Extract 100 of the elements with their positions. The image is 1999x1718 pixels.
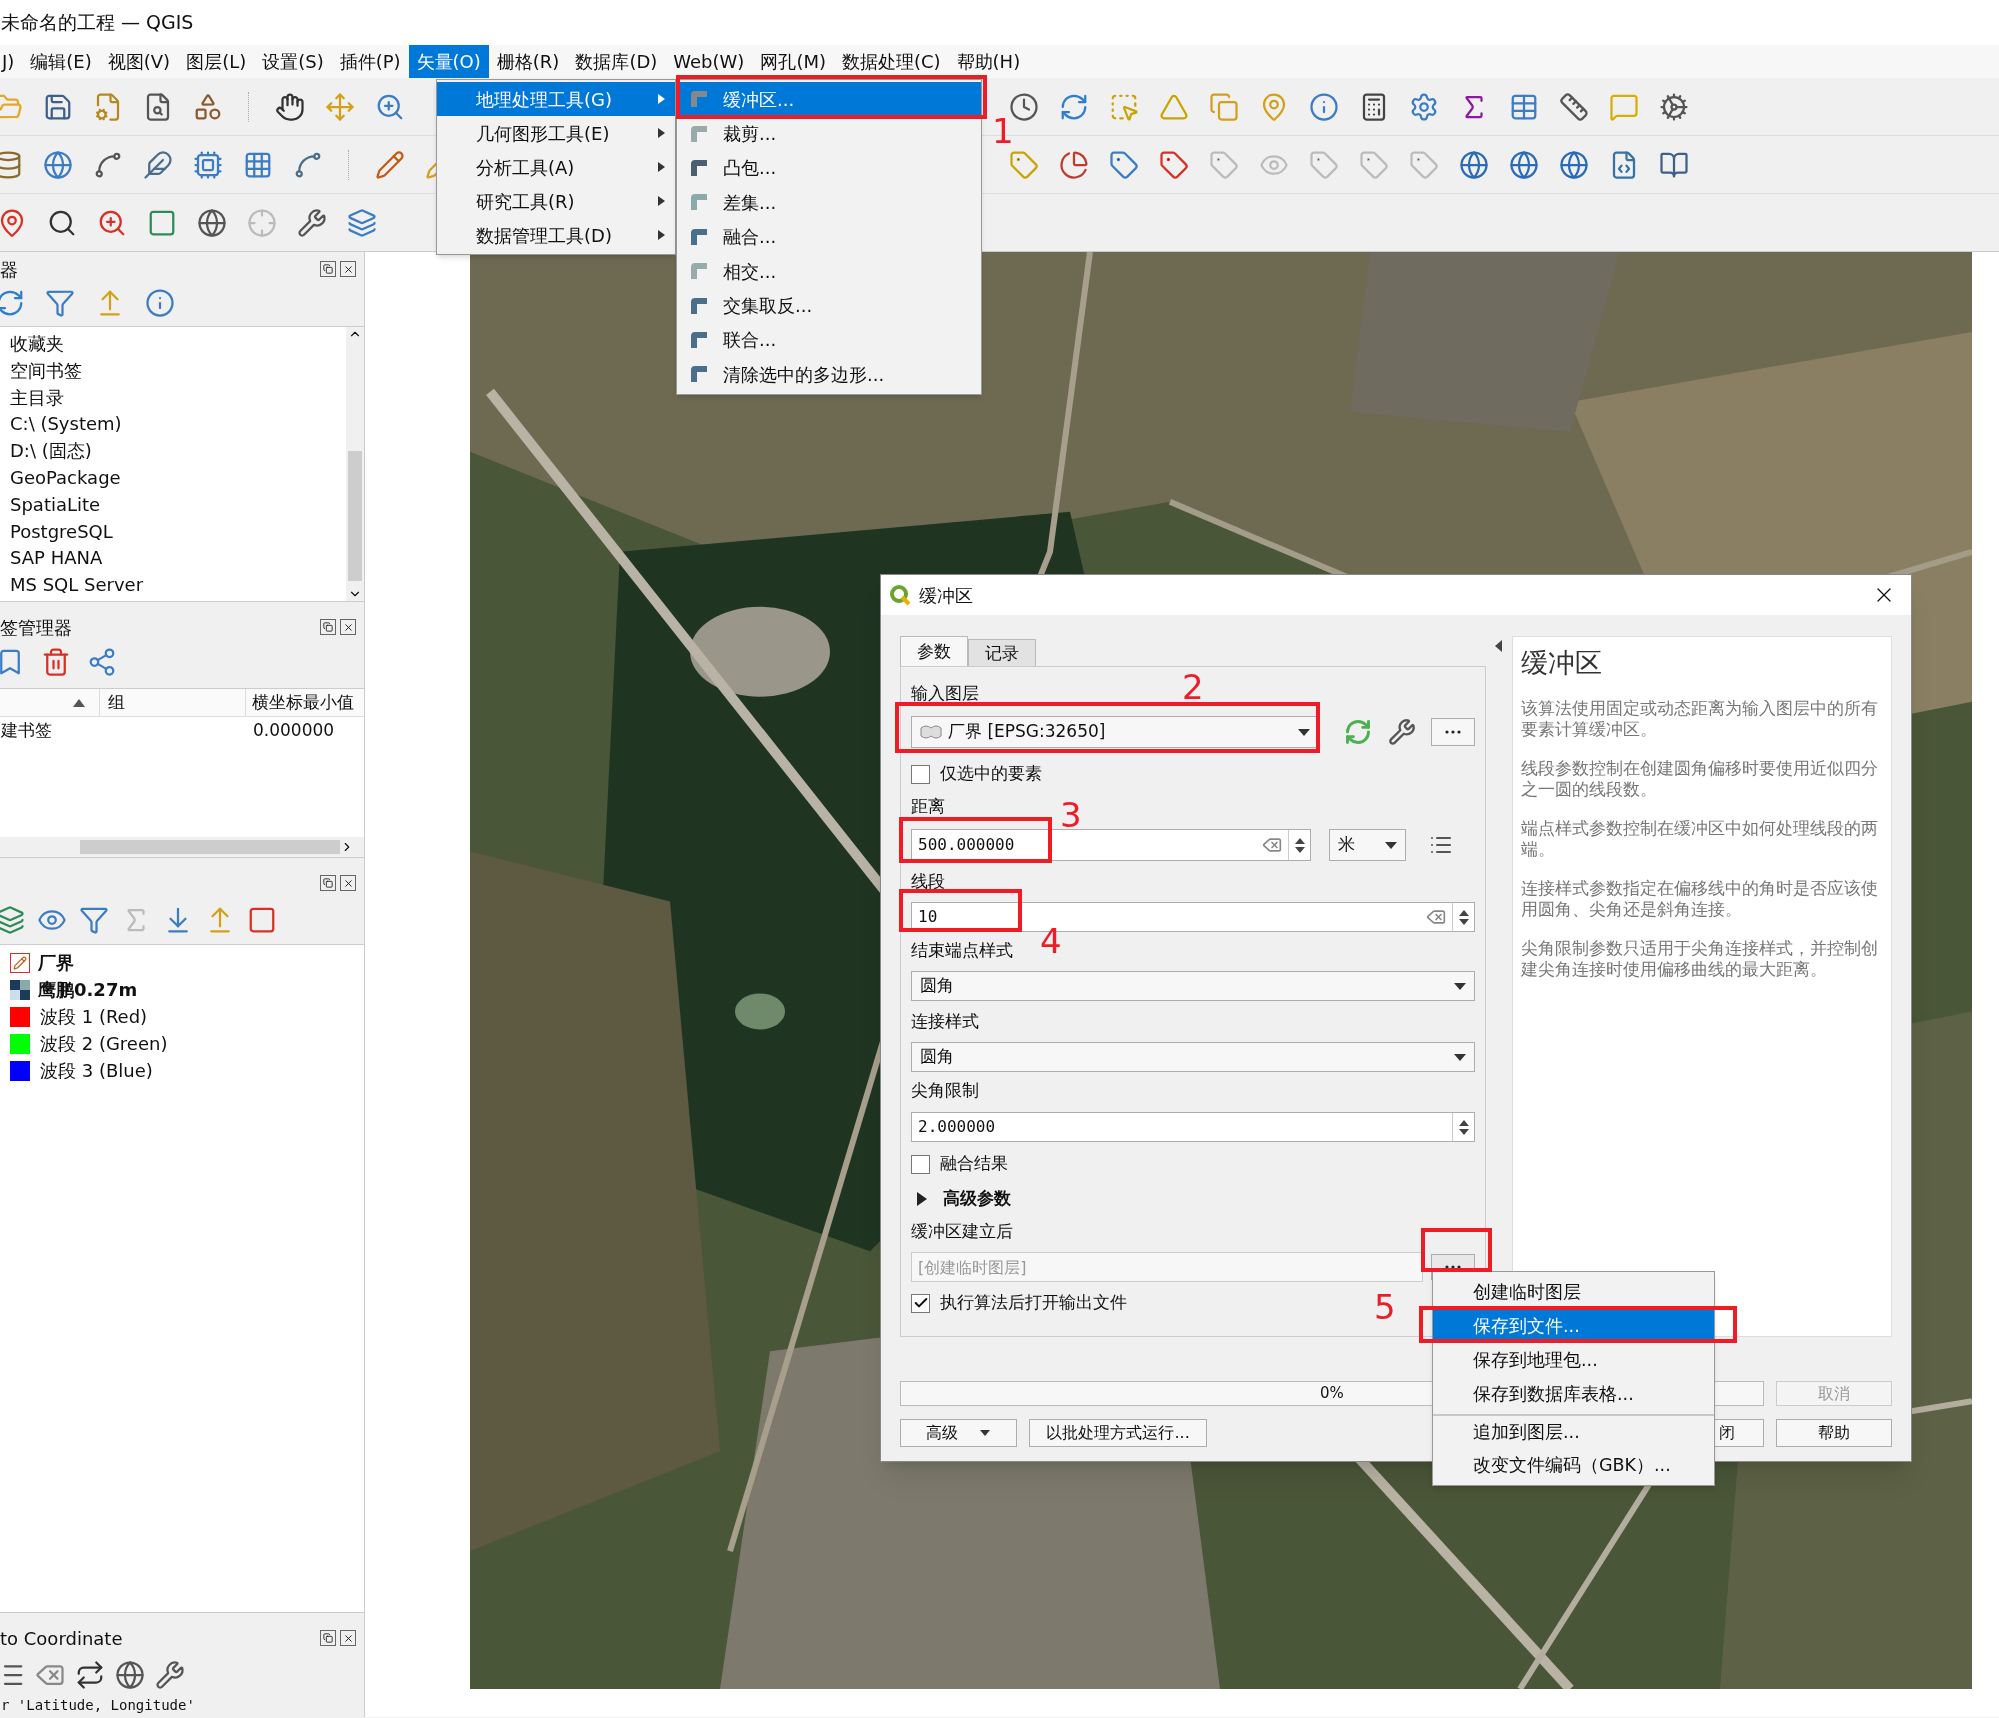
close-icon[interactable]: [340, 261, 356, 277]
layer-name[interactable]: 鹰鹏0.27m: [38, 976, 138, 1003]
menu-item[interactable]: 编辑(E): [22, 45, 100, 78]
end-cap-combo[interactable]: 圆角: [911, 971, 1475, 1001]
menu-item[interactable]: 插件(P): [331, 45, 409, 78]
menu-item[interactable]: 数据管理工具(D): [437, 218, 675, 252]
float-icon[interactable]: [320, 1630, 336, 1646]
clear-icon: [1262, 835, 1282, 855]
menu-item[interactable]: 保存到地理包...: [1433, 1343, 1714, 1377]
band-name: 波段 3 (Blue): [40, 1059, 153, 1083]
sort-icon[interactable]: [73, 698, 85, 707]
table-cell-text: 建书签: [1, 719, 53, 743]
ellipsis-icon: [1445, 1265, 1461, 1269]
batch-button[interactable]: 以批处理方式运行...: [1028, 1419, 1208, 1447]
unit-combo[interactable]: 米: [1329, 829, 1406, 861]
tab[interactable]: 记录: [968, 639, 1036, 669]
tab[interactable]: 参数: [900, 636, 968, 666]
more-button[interactable]: [1431, 718, 1475, 746]
scrollbar[interactable]: [346, 327, 364, 601]
checkbox-label: 仅选中的要素: [940, 762, 1042, 786]
menu-item[interactable]: 帮助(H): [948, 45, 1029, 78]
float-icon[interactable]: [320, 619, 336, 635]
menu-item[interactable]: 改变文件编码（GBK）...: [1433, 1448, 1714, 1482]
float-icon[interactable]: [320, 261, 336, 277]
expand-arrow-icon: [917, 1192, 927, 1206]
help-button[interactable]: 帮助: [1776, 1419, 1892, 1447]
menu-item[interactable]: Web(W): [665, 45, 753, 78]
menu-item[interactable]: 几何图形工具(E): [437, 116, 675, 150]
browser-item[interactable]: GeoPackage: [0, 465, 346, 492]
checkbox-label: 融合结果: [940, 1152, 1008, 1176]
advanced-button[interactable]: 高级: [900, 1419, 1017, 1447]
menu-item[interactable]: 清除选中的多边形...: [677, 357, 981, 392]
field-label: 连接样式: [911, 1011, 979, 1031]
panel-title: 签管理器: [0, 615, 72, 640]
browser-item[interactable]: 收藏夹: [0, 331, 346, 358]
caret-icon: [1385, 841, 1397, 849]
browser-item[interactable]: MS SQL Server: [0, 572, 346, 599]
close-icon[interactable]: [340, 619, 356, 635]
menu-item[interactable]: 裁剪...: [677, 116, 981, 151]
browser-item[interactable]: C:\ (System): [0, 411, 346, 439]
menu-item[interactable]: 数据库(D): [567, 45, 666, 78]
menu-item[interactable]: 创建临时图层: [1433, 1275, 1714, 1309]
menu-item[interactable]: 相交...: [677, 253, 981, 289]
ellipsis-icon: [1445, 730, 1461, 734]
menu-item[interactable]: 设置(S): [254, 45, 332, 78]
join-style-combo[interactable]: 圆角: [911, 1042, 1475, 1072]
output-field[interactable]: [创建临时图层]: [911, 1252, 1423, 1282]
advanced-toggle[interactable]: 高级参数: [911, 1186, 1475, 1212]
caret-icon: [1454, 982, 1466, 990]
close-icon[interactable]: [340, 875, 356, 891]
menu-item[interactable]: 交集取反...: [677, 288, 981, 323]
browser-item[interactable]: SAP HANA: [0, 545, 346, 573]
menu-item[interactable]: 联合...: [677, 322, 981, 358]
polygon-icon: [920, 725, 942, 739]
checkbox[interactable]: [911, 764, 930, 784]
menu-item[interactable]: 地理处理工具(G): [437, 82, 675, 116]
submenu-arrow-icon: [658, 94, 665, 104]
tool-icon: [689, 226, 709, 247]
layer-name[interactable]: 厂界: [38, 949, 74, 976]
menu-item[interactable]: J): [0, 45, 23, 78]
checkbox[interactable]: [911, 1293, 930, 1313]
browser-item[interactable]: 空间书签: [0, 357, 346, 385]
distance-field[interactable]: 500.000000: [911, 829, 1311, 861]
progress-reading: 0%: [1319, 1383, 1344, 1405]
collapse-arrow-icon[interactable]: [1495, 640, 1503, 652]
layer-combo[interactable]: 厂界 [EPSG:32650]: [911, 716, 1319, 748]
tool-icon: [689, 89, 709, 110]
float-icon[interactable]: [320, 875, 336, 891]
tool-icon: [689, 364, 709, 385]
menu-item[interactable]: 追加到图层...: [1433, 1414, 1714, 1448]
menu-item[interactable]: 矢量(O): [408, 45, 489, 78]
close-icon[interactable]: [340, 1630, 356, 1646]
column-header[interactable]: 横坐标最小值: [246, 689, 364, 716]
menu-item[interactable]: 差集...: [677, 185, 981, 220]
menu-item[interactable]: 视图(V): [99, 45, 179, 78]
caret-icon: [1298, 728, 1310, 736]
help-paragraph: 连接样式参数指定在偏移线中的角时是否应该使用圆角、尖角还是斜角连接。: [1520, 877, 1879, 920]
browser-item[interactable]: SpatiaLite: [0, 491, 346, 519]
tool-icon: [689, 123, 709, 144]
menu-item[interactable]: 缓冲区...: [677, 82, 981, 117]
menu-item[interactable]: 凸包...: [677, 150, 981, 186]
submenu-arrow-icon: [658, 128, 665, 138]
browser-item[interactable]: PostgreSQL: [0, 518, 346, 546]
app-logo-icon: [889, 584, 911, 606]
browser-item[interactable]: D:\ (固态): [0, 438, 346, 465]
menu-item[interactable]: 数据处理(C): [833, 45, 949, 78]
checkbox[interactable]: [911, 1154, 930, 1174]
menu-item[interactable]: 保存到数据库表格...: [1433, 1377, 1714, 1411]
menu-item[interactable]: 栅格(R): [488, 45, 568, 78]
menu-item[interactable]: 融合...: [677, 219, 981, 254]
menu-item[interactable]: 分析工具(A): [437, 150, 675, 184]
menu-item[interactable]: 图层(L): [178, 45, 255, 78]
menu-item[interactable]: 网孔(M): [752, 45, 834, 78]
browser-item[interactable]: 主目录: [0, 384, 346, 412]
menu-item[interactable]: 研究工具(R): [437, 184, 675, 218]
help-paragraph: 尖角限制参数只适用于尖角连接样式，并控制创建尖角连接时使用偏移曲线的最大距离。: [1520, 937, 1879, 980]
band-name: 波段 1 (Red): [40, 1005, 148, 1029]
column-header[interactable]: 组: [100, 689, 246, 716]
miter-field[interactable]: 2.000000: [911, 1112, 1475, 1142]
scrollbar[interactable]: [0, 837, 364, 857]
